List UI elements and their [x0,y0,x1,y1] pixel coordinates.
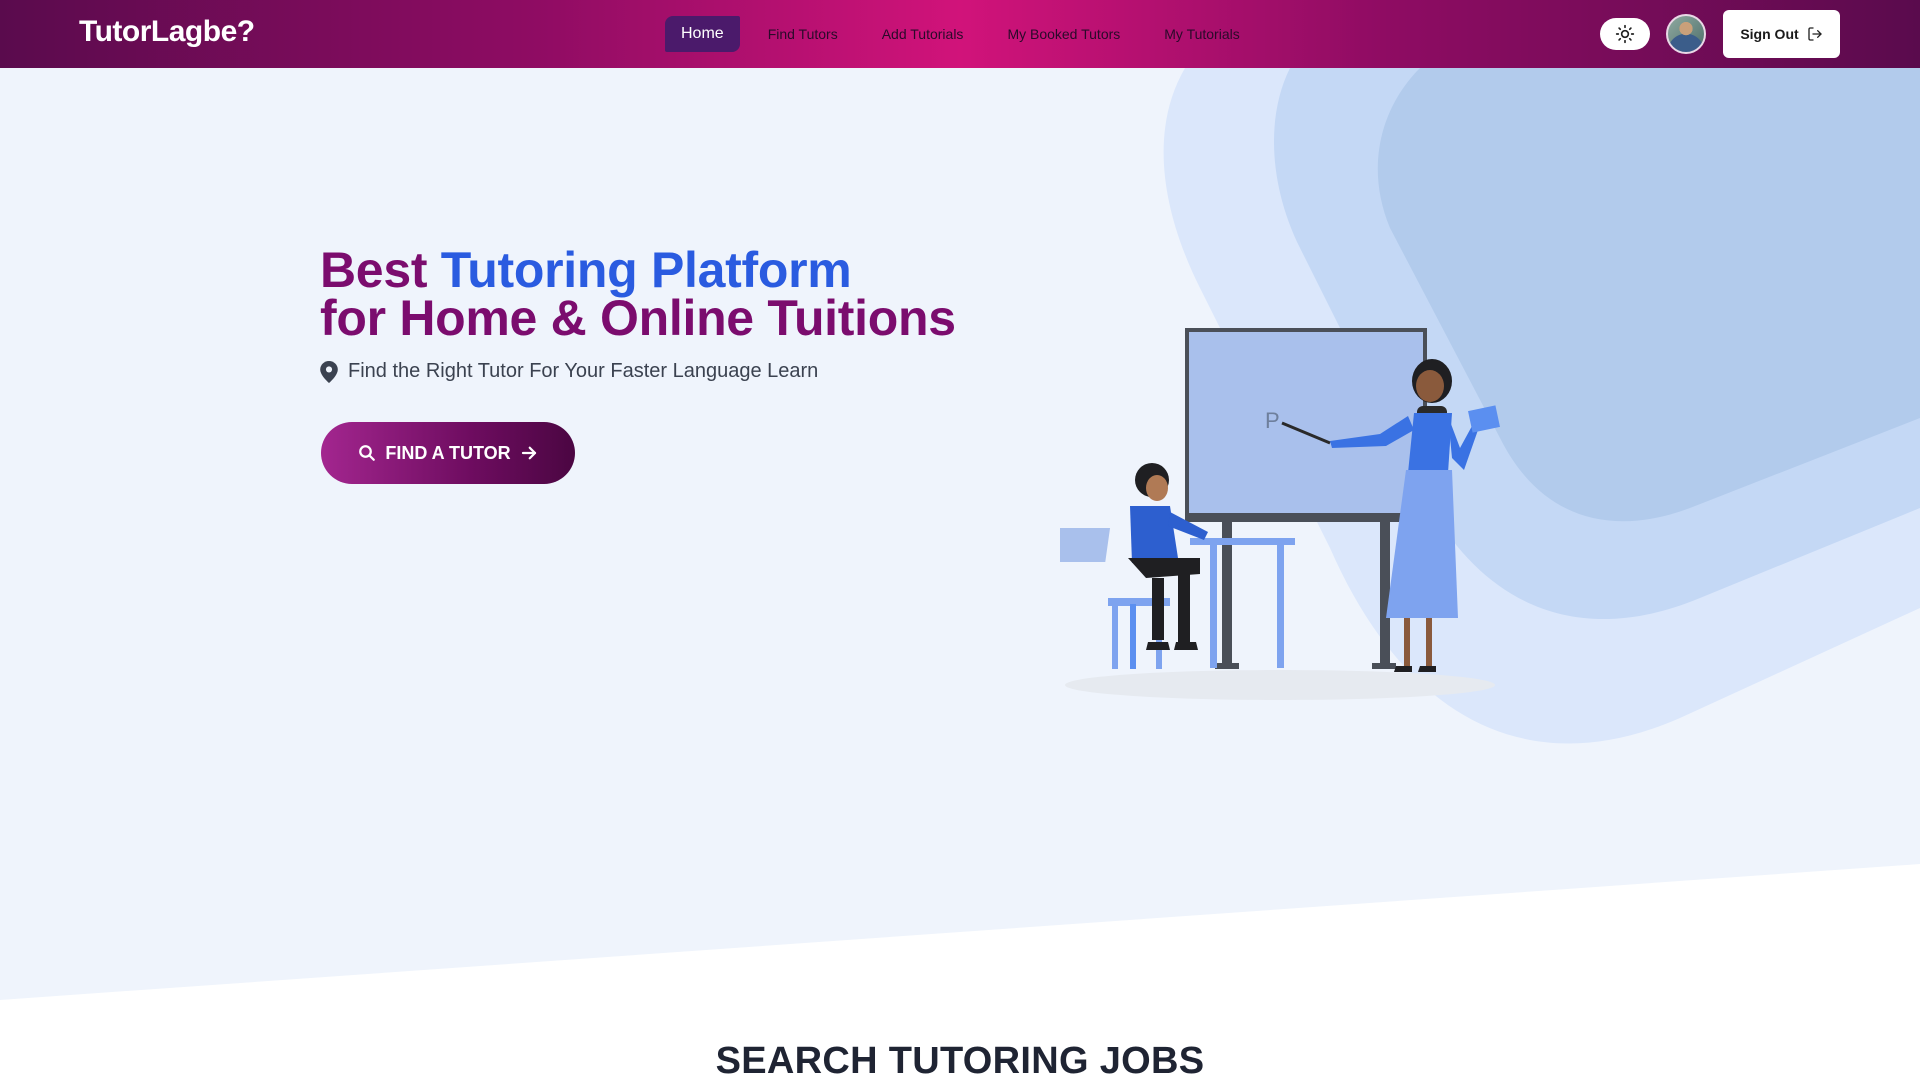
whiteboard [1185,328,1427,522]
sun-icon [1615,24,1635,44]
logout-icon [1807,27,1822,41]
map-pin-icon [320,360,338,383]
brand-logo[interactable]: TutorLagbe? [79,15,255,49]
sign-out-button[interactable]: Sign Out [1723,10,1840,58]
teacher-student-illustration: P [1060,328,1500,700]
nav-link-add-tutorials[interactable]: Add Tutorials [866,16,980,52]
nav-link-my-booked-tutors[interactable]: My Booked Tutors [991,16,1136,52]
subline-text: Find the Right Tutor For Your Faster Lan… [348,360,819,382]
hero-background-shapes [0,68,1920,1080]
sign-out-label: Sign Out [1740,26,1799,42]
cta-label: FIND A TUTOR [385,442,511,463]
arrow-right-icon [521,446,536,460]
headline-line2: for Home & Online Tuitions [320,290,956,346]
floor-shadow [1065,670,1495,700]
hero-headline: Best Tutoring Platform for Home & Online… [320,245,956,343]
top-navbar: TutorLagbe? Home Find Tutors Add Tutoria… [0,0,1920,68]
nav-link-home[interactable]: Home [665,16,740,52]
hero-section: Best Tutoring Platform for Home & Online… [0,68,1920,1080]
nav-link-find-tutors[interactable]: Find Tutors [752,16,854,52]
theme-toggle-button[interactable] [1600,18,1650,50]
search-tutoring-jobs-title: SEARCH TUTORING JOBS [715,1040,1205,1080]
nav-link-my-tutorials[interactable]: My Tutorials [1148,16,1255,52]
user-avatar[interactable] [1666,14,1706,54]
search-icon [359,445,376,461]
find-a-tutor-button[interactable]: FIND A TUTOR [321,422,575,484]
hero-subline: Find the Right Tutor For Your Faster Lan… [320,360,818,383]
board-letter: P [1265,408,1280,433]
nav-links: Home Find Tutors Add Tutorials My Booked… [665,16,1268,52]
